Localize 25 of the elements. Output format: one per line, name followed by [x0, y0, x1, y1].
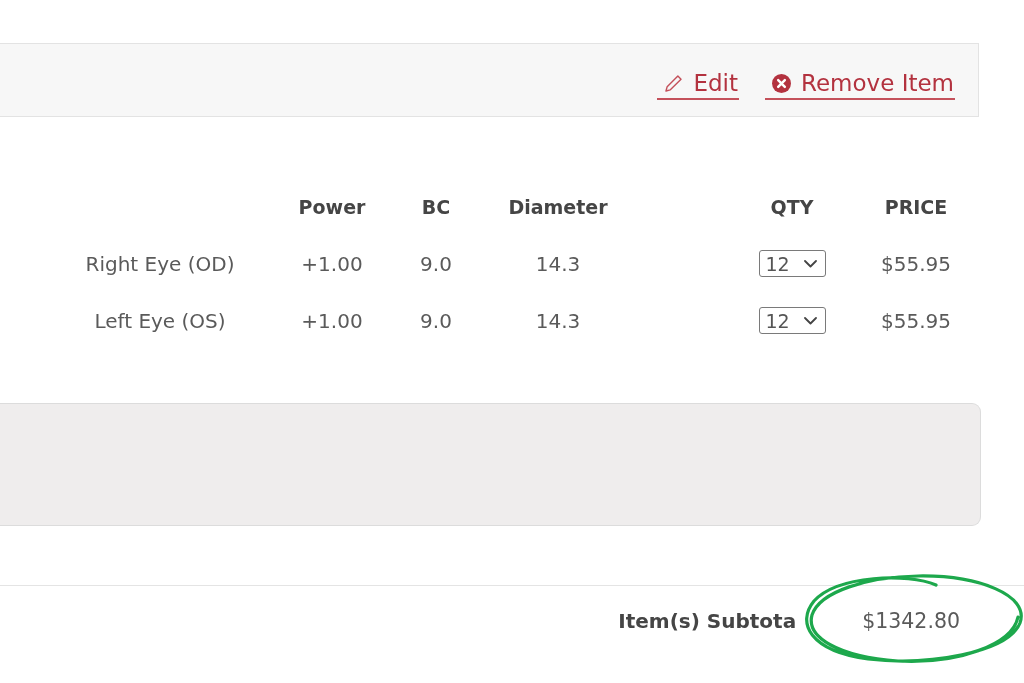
column-header: Diameter	[508, 195, 608, 218]
subtotal-amount: $1342.80	[862, 609, 960, 633]
price-cell: $55.95	[881, 251, 951, 276]
subtotal-label: Item(s) Subtota	[618, 609, 797, 633]
quantity-select[interactable]: 12	[758, 250, 826, 277]
table-cell: 14.3	[535, 251, 581, 276]
eye-label: Left Eye (OS)	[94, 308, 226, 333]
table-cell: +1.00	[301, 308, 363, 333]
price-cell: $55.95	[881, 308, 951, 333]
column-header: PRICE	[884, 195, 948, 218]
remove-item-link[interactable]: Remove Item	[765, 70, 955, 100]
chevron-down-icon	[803, 316, 817, 325]
table-cell: 9.0	[420, 308, 452, 333]
table-cell: +1.00	[301, 251, 363, 276]
table-cell: 14.3	[535, 308, 581, 333]
table-cell: 9.0	[420, 251, 452, 276]
column-header: QTY	[770, 195, 814, 218]
column-header: Power	[298, 195, 366, 218]
eye-label: Right Eye (OD)	[85, 251, 235, 276]
x-circle-icon	[772, 73, 791, 93]
pencil-icon	[664, 73, 684, 93]
quantity-select[interactable]: 12	[758, 307, 826, 334]
edit-link[interactable]: Edit	[657, 70, 739, 100]
column-header: BC	[421, 195, 451, 218]
chevron-down-icon	[803, 259, 817, 268]
